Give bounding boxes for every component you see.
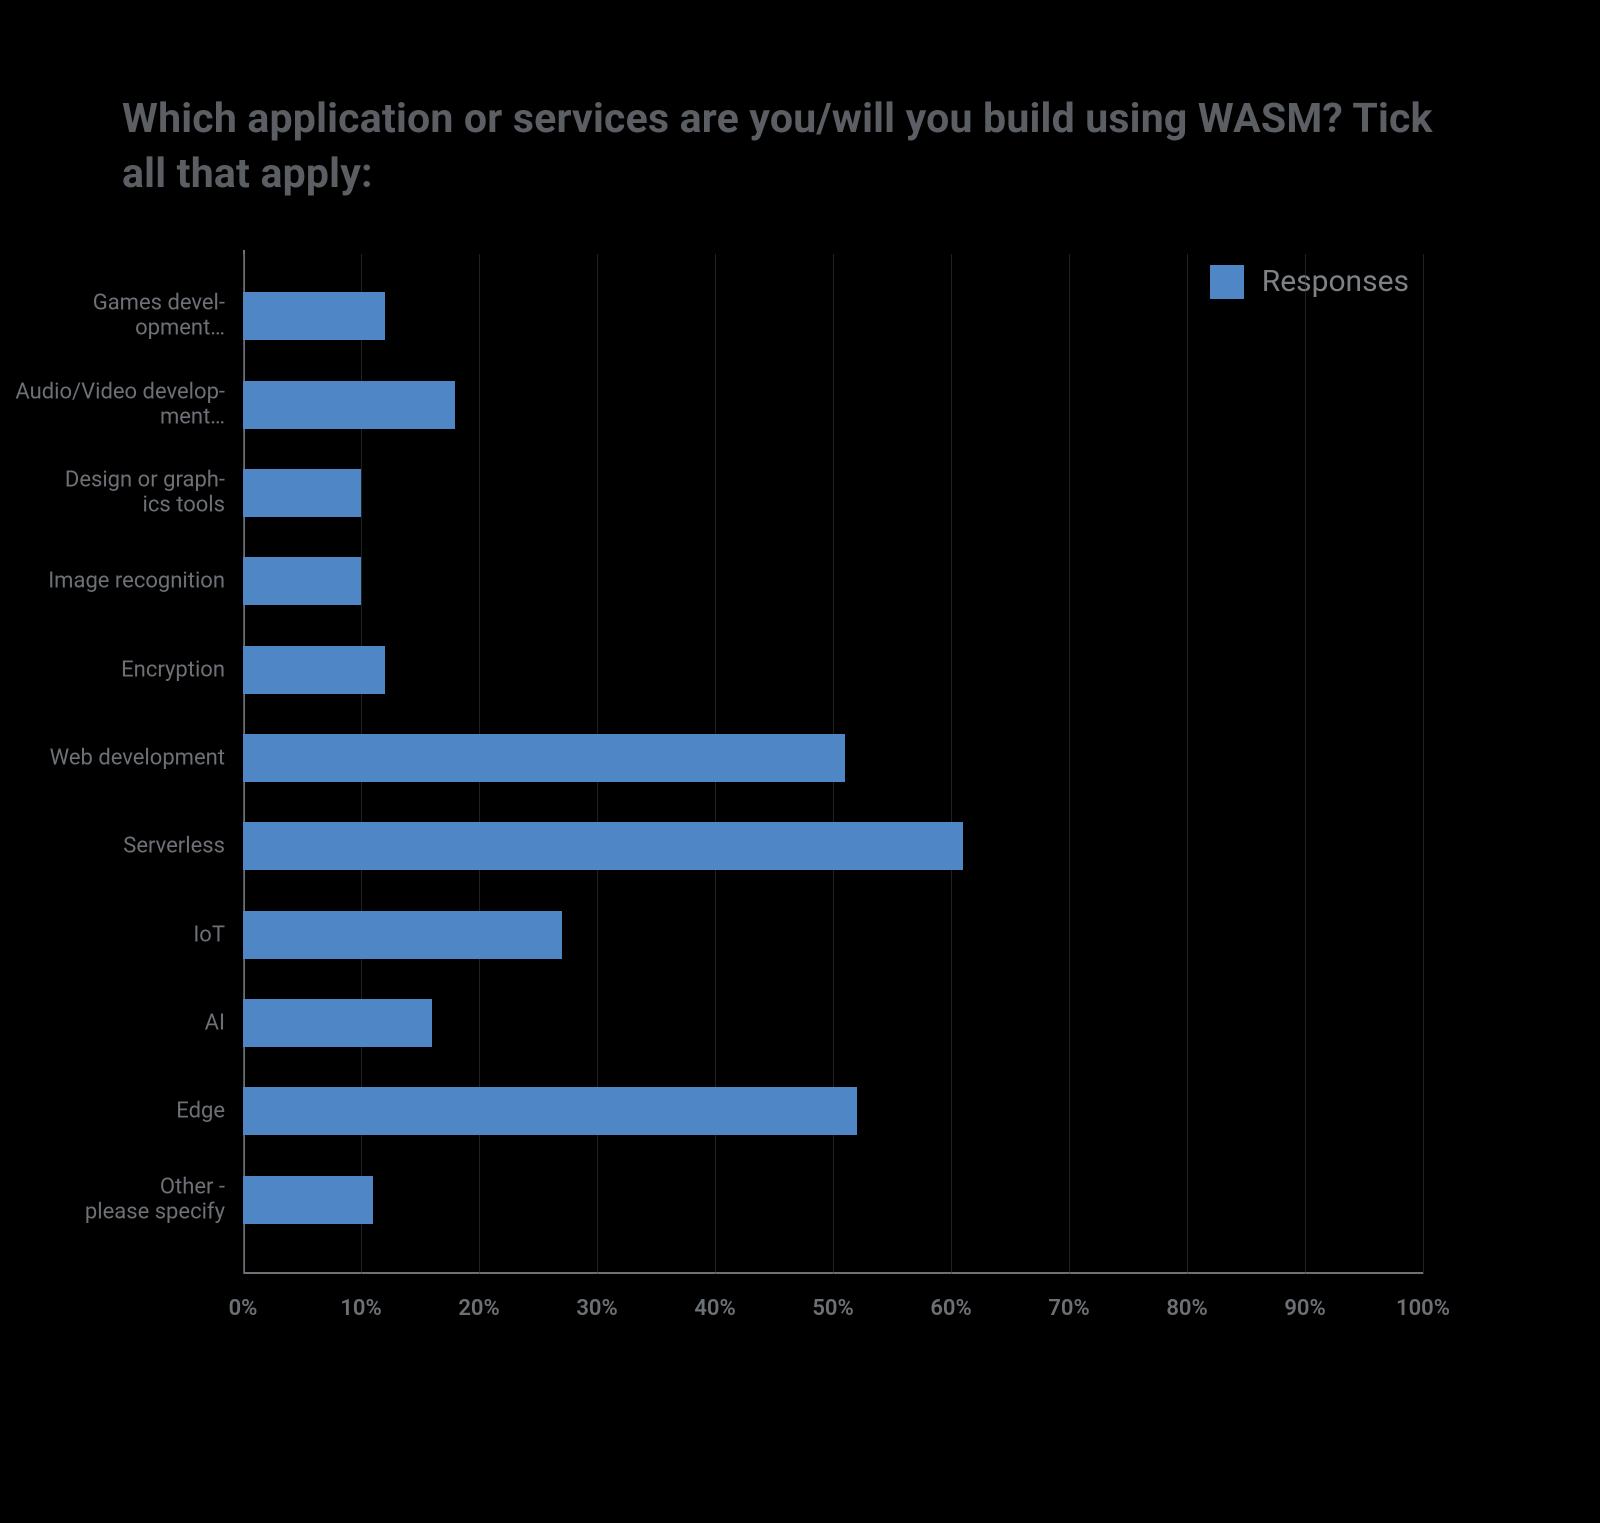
bar-row: Encryption — [243, 646, 1423, 694]
bar-row: Image recognition — [243, 557, 1423, 605]
bar-label: Encryption — [15, 657, 243, 682]
bar-row: Games devel- opment… — [243, 292, 1423, 340]
x-tick-label: 0% — [229, 1296, 258, 1321]
plot-area: Responses 0%10%20%30%40%50%60%70%80%90%1… — [243, 254, 1423, 1274]
x-tick-label: 50% — [812, 1296, 853, 1321]
x-tick-label: 80% — [1166, 1296, 1207, 1321]
bar — [243, 1087, 857, 1135]
bar — [243, 1176, 373, 1224]
bar-row: IoT — [243, 911, 1423, 959]
bar — [243, 911, 562, 959]
bar — [243, 557, 361, 605]
bar-label: Audio/Video develop- ment… — [15, 379, 243, 430]
bar-row: Design or graph- ics tools — [243, 469, 1423, 517]
bar-row: Edge — [243, 1087, 1423, 1135]
bar-label: Web development — [15, 745, 243, 770]
x-tick-label: 10% — [340, 1296, 381, 1321]
x-tick-label: 90% — [1284, 1296, 1325, 1321]
x-tick-label: 70% — [1048, 1296, 1089, 1321]
bar-label: Image recognition — [15, 569, 243, 594]
bar — [243, 381, 455, 429]
plot-inner: Responses 0%10%20%30%40%50%60%70%80%90%1… — [243, 254, 1423, 1274]
bar-label: Design or graph- ics tools — [15, 468, 243, 519]
bar-label: Edge — [15, 1099, 243, 1124]
bar — [243, 999, 432, 1047]
bar-row: AI — [243, 999, 1423, 1047]
bar-row: Serverless — [243, 822, 1423, 870]
bar-row: Other - please specify — [243, 1176, 1423, 1224]
bar-row: Web development — [243, 734, 1423, 782]
x-tick-label: 40% — [694, 1296, 735, 1321]
bar-row: Audio/Video develop- ment… — [243, 381, 1423, 429]
x-tick-label: 30% — [576, 1296, 617, 1321]
bar-label: Serverless — [15, 834, 243, 859]
bar-label: AI — [15, 1010, 243, 1035]
bar — [243, 292, 385, 340]
bar — [243, 469, 361, 517]
chart-page: Which application or services are you/wi… — [0, 0, 1600, 1523]
gridline — [1423, 254, 1424, 1274]
bar-label: IoT — [15, 922, 243, 947]
bar-label: Other - please specify — [15, 1175, 243, 1226]
x-tick-label: 60% — [930, 1296, 971, 1321]
bar — [243, 646, 385, 694]
bar — [243, 734, 845, 782]
bar-label: Games devel- opment… — [15, 291, 243, 342]
bar — [243, 822, 963, 870]
chart-title: Which application or services are you/wi… — [122, 92, 1482, 203]
x-tick-label: 20% — [458, 1296, 499, 1321]
x-tick-label: 100% — [1396, 1296, 1450, 1321]
